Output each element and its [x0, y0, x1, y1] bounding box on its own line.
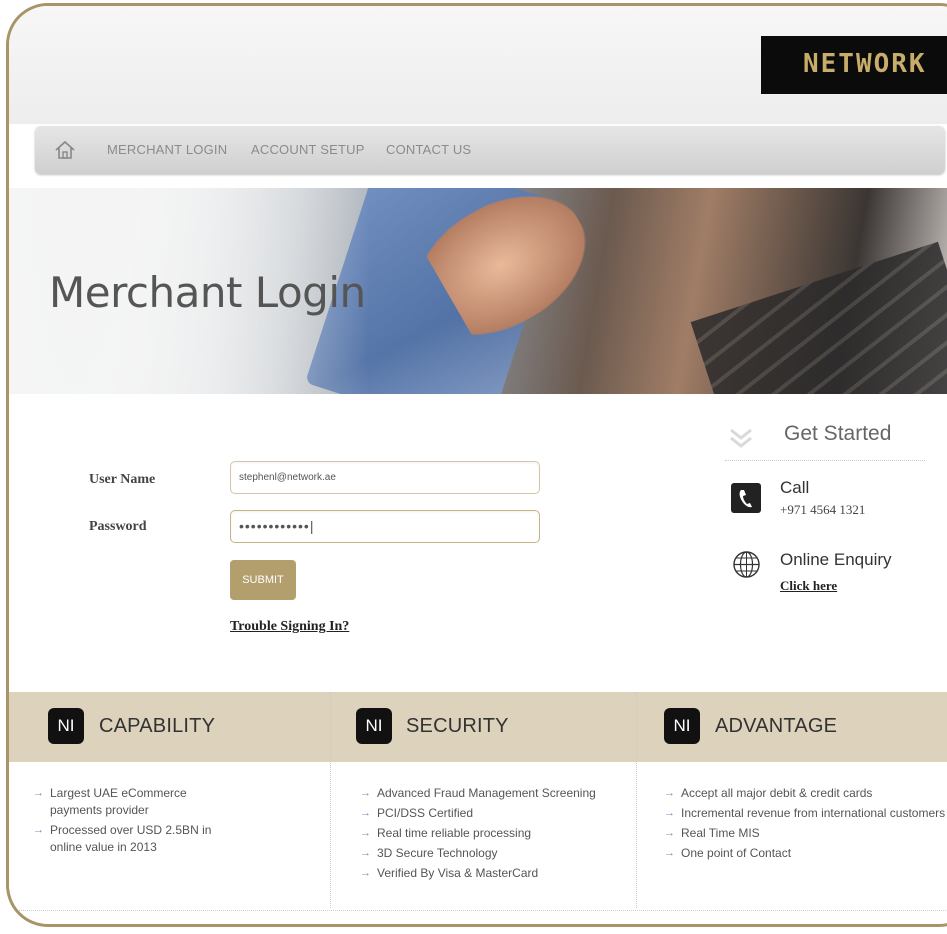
list-item: Advanced Fraud Management Screening — [360, 785, 630, 802]
list-item: Processed over USD 2.5BN in online value… — [33, 822, 233, 856]
ni-badge-icon: NI — [48, 708, 84, 744]
main-nav: MERCHANT LOGIN ACCOUNT SETUP CONTACT US — [35, 126, 945, 174]
globe-icon — [732, 550, 761, 579]
trouble-signing-in-link[interactable]: Trouble Signing In? — [230, 619, 349, 635]
divider — [9, 910, 947, 911]
login-section: User Name stephenl@network.ae Password •… — [9, 394, 947, 692]
list-item: Largest UAE eCommerce payments provider — [33, 785, 233, 819]
username-field[interactable]: stephenl@network.ae — [230, 461, 540, 494]
capability-list: Largest UAE eCommerce payments provider … — [33, 785, 233, 859]
nav-account-setup[interactable]: ACCOUNT SETUP — [251, 142, 365, 157]
ni-badge-icon: NI — [356, 708, 392, 744]
list-item: Incremental revenue from international c… — [664, 805, 947, 822]
enquiry-click-here-link[interactable]: Click here — [780, 578, 837, 594]
page-title: Merchant Login — [49, 268, 366, 317]
password-label: Password — [89, 519, 147, 534]
list-item: 3D Secure Technology — [360, 845, 630, 862]
hero-banner: Merchant Login — [9, 188, 947, 394]
security-list: Advanced Fraud Management Screening PCI/… — [360, 785, 630, 885]
capability-title: CAPABILITY — [99, 715, 216, 737]
list-item: Verified By Visa & MasterCard — [360, 865, 630, 882]
list-item: Accept all major debit & credit cards — [664, 785, 947, 802]
list-item: Real Time MIS — [664, 825, 947, 842]
keyboard-image — [690, 241, 947, 394]
home-icon[interactable] — [53, 138, 77, 162]
advantage-title: ADVANTAGE — [715, 715, 838, 737]
divider — [725, 460, 925, 461]
divider — [330, 692, 331, 908]
phone-icon — [731, 483, 761, 513]
network-logo[interactable]: NETWORK — [761, 36, 947, 94]
list-item: One point of Contact — [664, 845, 947, 862]
ni-badge-icon: NI — [664, 708, 700, 744]
divider — [636, 692, 637, 908]
password-field[interactable]: ••••••••••••| — [230, 510, 540, 543]
list-item: Real time reliable processing — [360, 825, 630, 842]
nav-contact-us[interactable]: CONTACT US — [386, 142, 471, 157]
list-item: PCI/DSS Certified — [360, 805, 630, 822]
page-content: NETWORK MERCHANT LOGIN ACCOUNT SETUP CON… — [9, 6, 947, 924]
security-title: SECURITY — [406, 715, 509, 737]
nav-merchant-login[interactable]: MERCHANT LOGIN — [107, 142, 227, 157]
advantage-list: Accept all major debit & credit cards In… — [664, 785, 947, 865]
get-started-title: Get Started — [784, 422, 892, 445]
call-number: +971 4564 1321 — [780, 502, 866, 517]
submit-button[interactable]: SUBMIT — [230, 560, 296, 600]
page-frame: NETWORK MERCHANT LOGIN ACCOUNT SETUP CON… — [6, 3, 947, 927]
username-label: User Name — [89, 472, 156, 487]
top-header: NETWORK — [9, 6, 947, 124]
online-enquiry-title: Online Enquiry — [780, 550, 892, 569]
double-chevron-down-icon — [727, 424, 755, 452]
call-title: Call — [780, 478, 810, 497]
